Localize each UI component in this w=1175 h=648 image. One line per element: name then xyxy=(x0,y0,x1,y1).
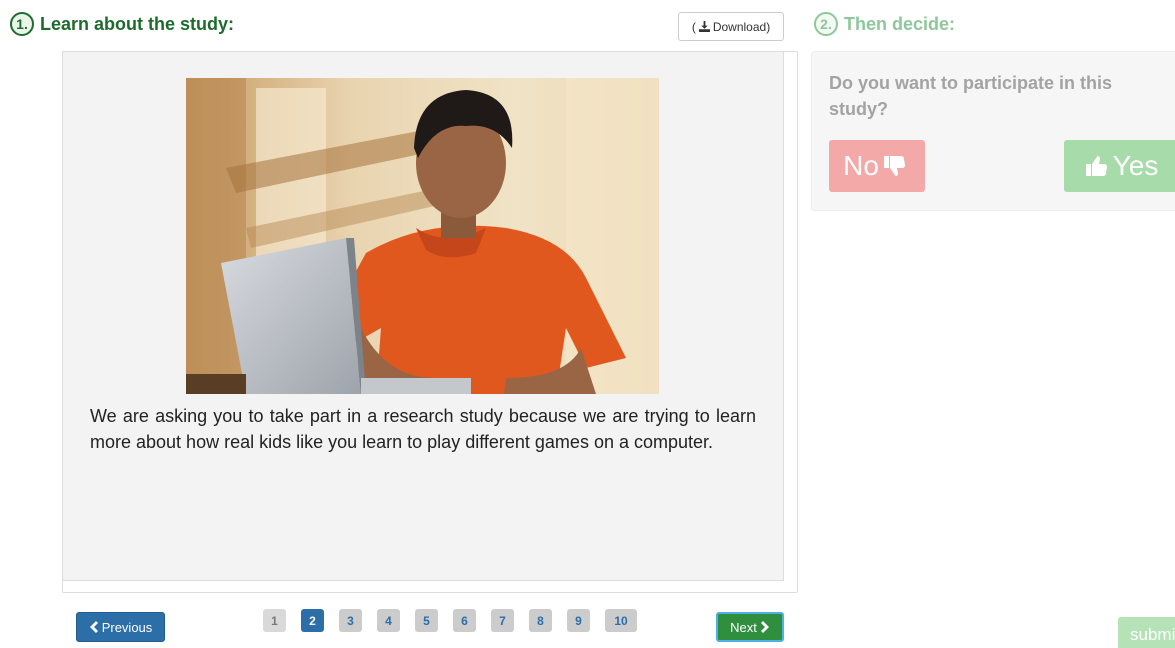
study-description: We are asking you to take part in a rese… xyxy=(90,406,756,452)
page-button[interactable]: 9 xyxy=(567,609,590,632)
download-icon xyxy=(698,21,710,32)
page-list: 1 2 3 4 5 6 7 8 9 10 xyxy=(263,609,652,632)
page-button[interactable]: 8 xyxy=(529,609,552,632)
next-label: Next xyxy=(730,619,757,635)
learn-title: Learn about the study: xyxy=(40,13,235,34)
submit-button[interactable]: submit xyxy=(1118,617,1175,648)
page-button-current[interactable]: 2 xyxy=(301,609,324,632)
page-button[interactable]: 3 xyxy=(339,609,362,632)
no-button[interactable]: No xyxy=(829,140,925,192)
previous-label: Previous xyxy=(101,619,153,635)
no-label: No xyxy=(843,150,879,181)
step-number-badge: 1. xyxy=(10,12,34,36)
page-button[interactable]: 1 xyxy=(263,609,286,632)
chevron-left-icon xyxy=(89,621,98,633)
page-button[interactable]: 7 xyxy=(491,609,514,632)
page-button[interactable]: 6 xyxy=(453,609,476,632)
thumbs-up-icon xyxy=(1085,156,1107,176)
chevron-right-icon xyxy=(760,621,769,633)
thumbs-down-icon xyxy=(883,156,905,176)
previous-button[interactable]: Previous xyxy=(76,612,165,642)
next-button[interactable]: Next xyxy=(716,612,784,642)
page-button[interactable]: 10 xyxy=(605,609,637,632)
page-button[interactable]: 5 xyxy=(415,609,438,632)
decide-heading: 2. Then decide: xyxy=(814,12,955,36)
learn-heading: 1. Learn about the study: xyxy=(10,12,234,36)
study-photo xyxy=(186,78,659,394)
participation-question: Do you want to participate in this study… xyxy=(829,73,1113,119)
page-button[interactable]: 4 xyxy=(377,609,400,632)
boy-laptop-illustration xyxy=(186,78,659,394)
yes-label: Yes xyxy=(1112,150,1159,181)
yes-button[interactable]: Yes xyxy=(1064,140,1175,192)
download-label: Download xyxy=(712,19,767,34)
decide-title: Then decide: xyxy=(844,13,956,34)
step-number-badge: 2. xyxy=(814,12,838,36)
download-button[interactable]: ( Download ) xyxy=(678,12,784,41)
